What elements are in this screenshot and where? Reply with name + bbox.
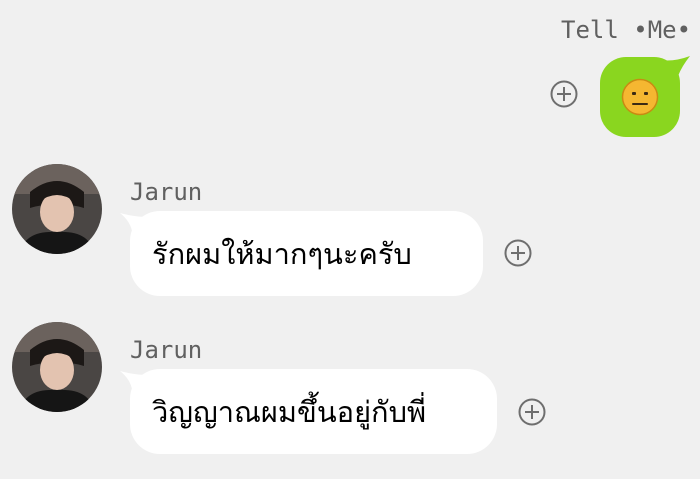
add-reaction-icon[interactable] [550,80,578,108]
sender-name: Jarun [130,178,203,206]
profile-photo-icon [12,322,102,412]
message-bubble[interactable]: รักผมให้มากๆนะครับ [130,211,483,296]
message-bubble[interactable]: วิญญาณผมขึ้นอยู่กับพี่ [130,369,497,454]
sender-name: Jarun [130,336,203,364]
add-reaction-icon[interactable] [504,239,532,267]
avatar[interactable] [12,322,102,412]
message-text: รักผมให้มากๆนะครับ [152,236,412,271]
neutral-face-emoji-icon [621,78,659,116]
outgoing-sender-name: Tell •Me• [561,16,692,44]
add-reaction-icon[interactable] [518,398,546,426]
profile-photo-icon [12,164,102,254]
outgoing-message-bubble[interactable] [600,57,680,137]
message-text: วิญญาณผมขึ้นอยู่กับพี่ [152,394,427,429]
avatar[interactable] [12,164,102,254]
